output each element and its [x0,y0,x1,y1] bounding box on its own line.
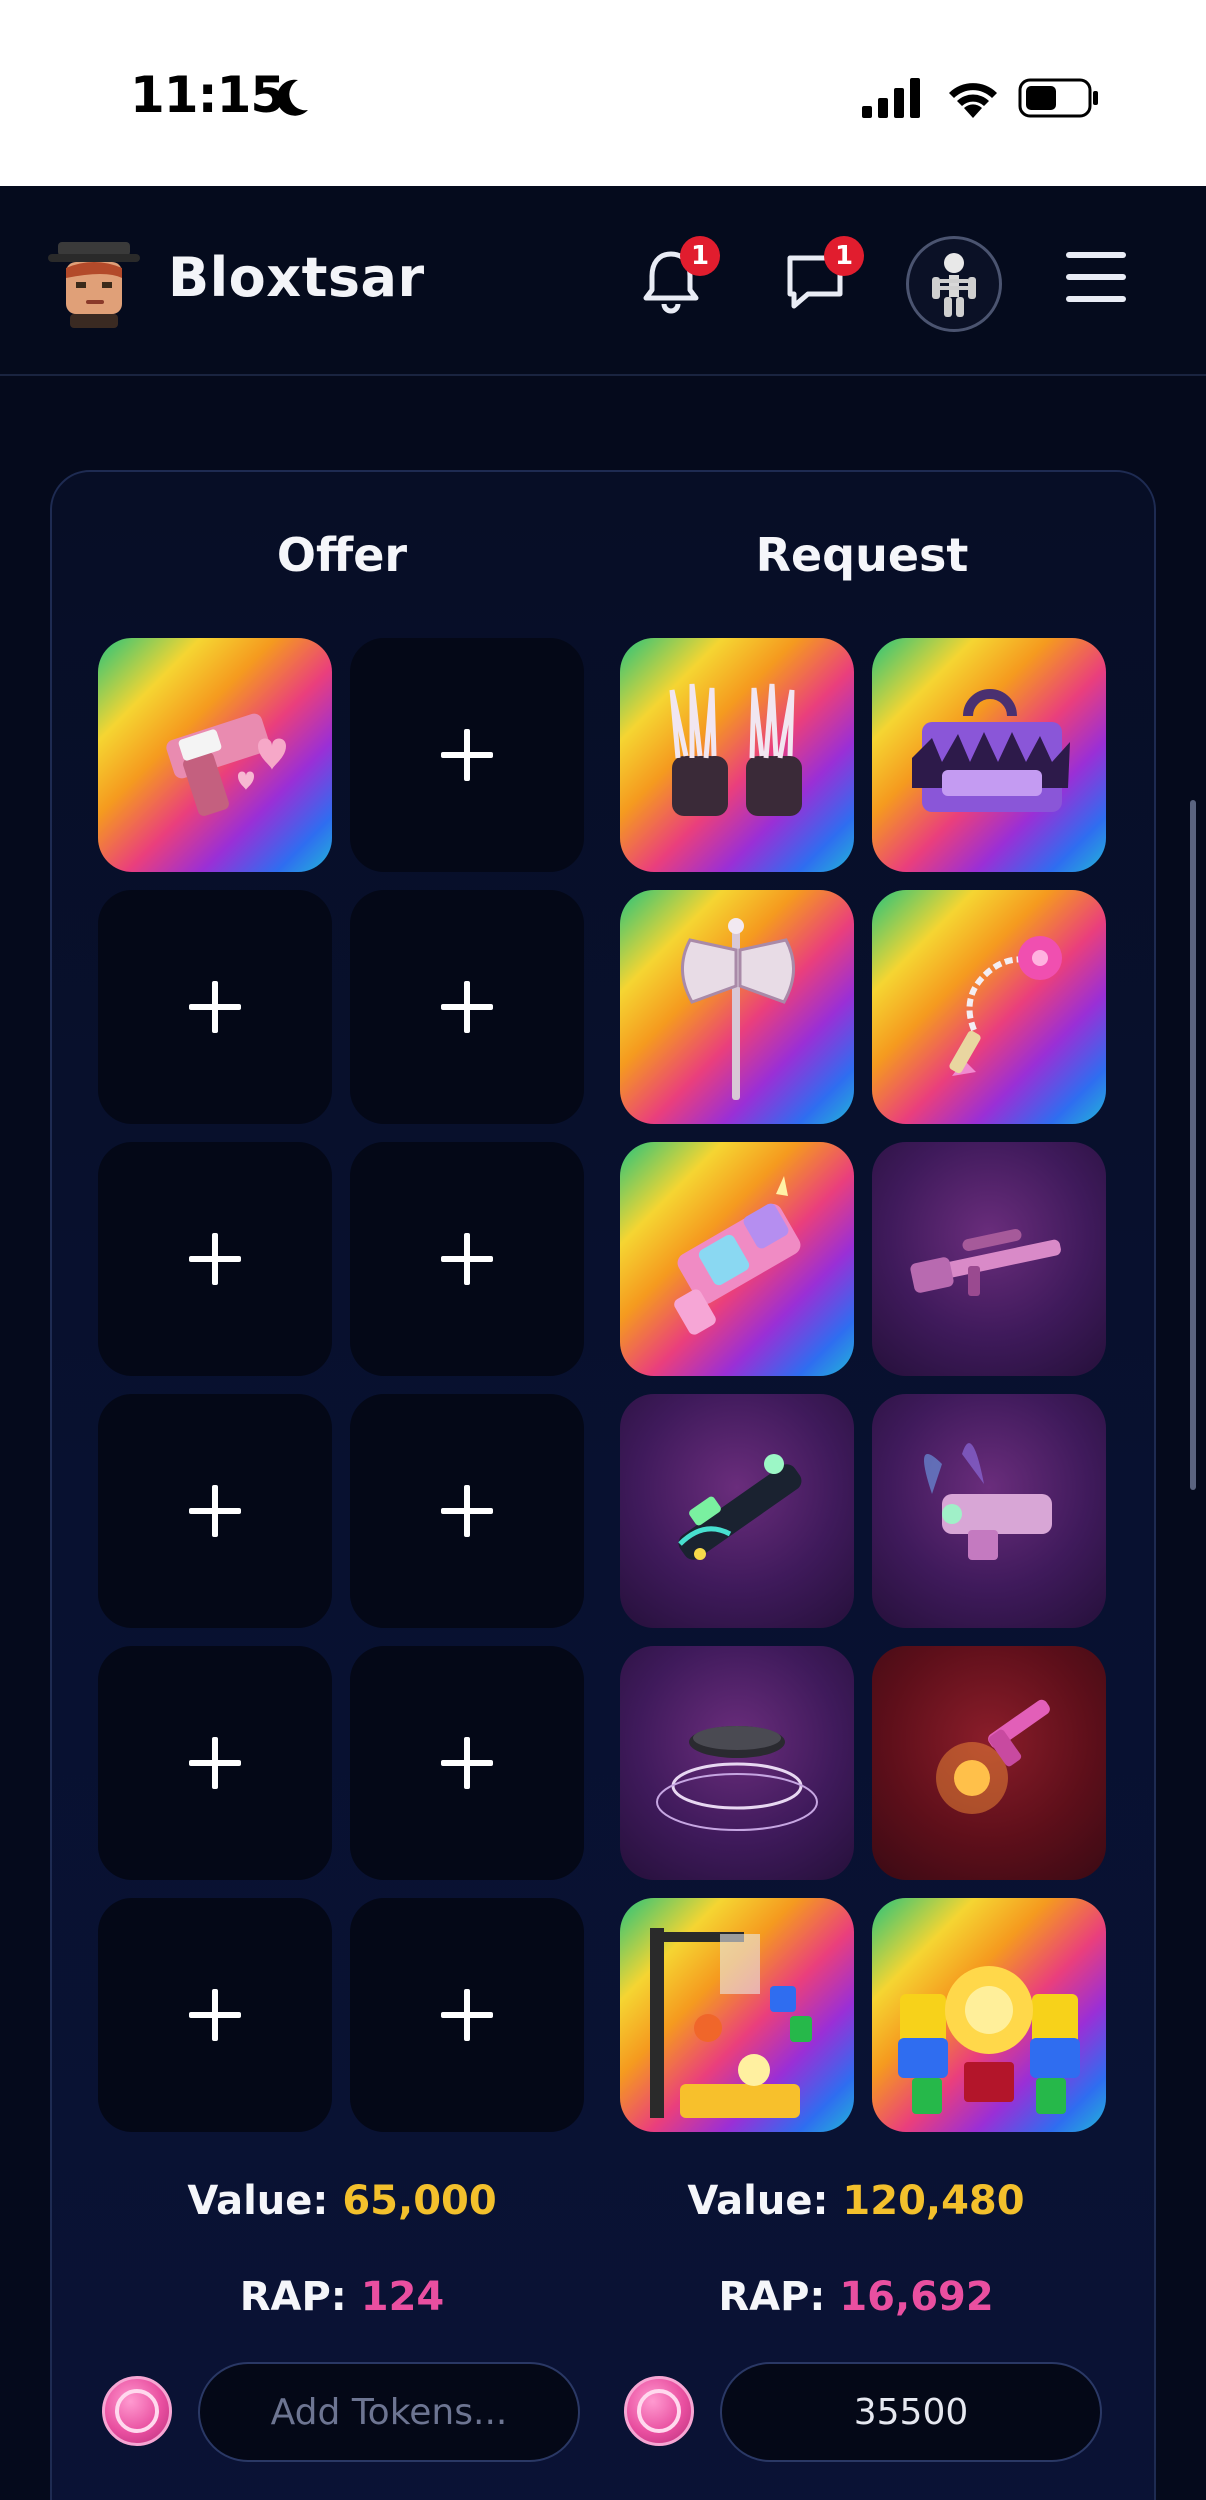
offer-title: Offer [276,528,408,582]
wifi-icon [949,83,997,118]
request-item-slot[interactable] [620,638,854,872]
plus-icon [441,1233,493,1285]
plus-icon [441,1485,493,1537]
request-rap: RAP: 16,692 [596,2274,1116,2320]
offer-value-amount: 65,000 [342,2178,497,2224]
offer-value-label: Value: [187,2178,329,2224]
offer-value: Value: 65,000 [82,2178,602,2224]
request-title: Request [755,528,969,582]
offer-add-slot[interactable] [350,1898,584,2132]
offer-rap-label: RAP: [239,2274,347,2320]
spiked-chest-item-icon [912,689,1070,812]
offer-item-slot[interactable] [98,638,332,872]
flail-mace-item-icon [949,936,1062,1076]
notifications-badge: 1 [680,236,720,276]
request-item-slot[interactable] [872,1646,1106,1880]
pink-gun-item-icon [166,713,286,816]
moon-icon [276,79,308,116]
plus-icon [189,1485,241,1537]
plus-icon [189,1989,241,2041]
request-item-slot[interactable] [620,1142,854,1376]
cellular-signal-icon [862,78,920,118]
claw-gloves-item-icon [669,683,802,816]
skeleton-avatar-icon [932,253,976,317]
request-tokens-input[interactable] [720,2362,1102,2462]
messages-badge: 1 [824,236,864,276]
offer-add-slot[interactable] [98,890,332,1124]
plus-icon [441,981,493,1033]
plus-icon [189,1233,241,1285]
battery-icon [1018,78,1098,118]
messages-button[interactable]: 1 [780,236,864,316]
request-item-slot[interactable] [872,1394,1106,1628]
battle-axe-item-icon [680,918,796,1100]
request-item-slot[interactable] [620,890,854,1124]
offer-add-slot[interactable] [350,1646,584,1880]
status-bar: 11:15 [0,0,1206,186]
neon-launcher-item-icon [678,1454,802,1560]
request-value: Value: 120,480 [596,2178,1116,2224]
offer-add-slot[interactable] [350,1142,584,1376]
offer-add-slot[interactable] [98,1898,332,2132]
offer-rap-amount: 124 [360,2274,445,2320]
request-item-slot[interactable] [872,1898,1106,2132]
brand-name[interactable]: Bloxtsar [168,246,425,309]
brand-avatar-icon[interactable] [46,234,142,330]
plus-icon [189,981,241,1033]
offer-add-slot[interactable] [350,1394,584,1628]
request-item-slot[interactable] [872,1142,1106,1376]
request-item-slot[interactable] [620,1394,854,1628]
fairy-gun-item-icon [924,1443,1052,1560]
request-item-slot[interactable] [620,1646,854,1880]
basketball-hoop-item-icon [650,1928,812,2118]
user-avatar[interactable] [906,236,1002,332]
gold-trophy-item-icon [898,1966,1080,2114]
request-rap-amount: 16,692 [839,2274,994,2320]
request-item-slot[interactable] [872,638,1106,872]
request-token-coin-icon [624,2376,694,2446]
offer-rap: RAP: 124 [82,2274,602,2320]
hamburger-menu-button[interactable] [1066,252,1126,306]
offer-token-coin-icon [102,2376,172,2446]
offer-tokens-input[interactable] [198,2362,580,2462]
plus-icon [189,1737,241,1789]
glowing-pistol-item-icon [936,1699,1050,1814]
notifications-button[interactable]: 1 [636,236,720,316]
menu-line [1066,274,1126,280]
plus-icon [441,729,493,781]
sniper-rifle-item-icon [910,1229,1061,1296]
plus-icon [441,1737,493,1789]
page-scrollbar[interactable] [1190,800,1196,1490]
status-time: 11:15 [130,66,285,124]
offer-add-slot[interactable] [98,1394,332,1628]
portal-ring-item-icon [656,1726,818,1831]
offer-add-slot[interactable] [350,890,584,1124]
offer-add-slot[interactable] [98,1142,332,1376]
request-rap-label: RAP: [718,2274,826,2320]
menu-line [1066,252,1126,258]
request-item-slot[interactable] [872,890,1106,1124]
request-item-slot[interactable] [620,1898,854,2132]
menu-line [1066,296,1126,302]
unicorn-launcher-item-icon [674,1176,801,1335]
offer-add-slot[interactable] [98,1646,332,1880]
app-header: Bloxtsar 1 1 [0,186,1206,376]
plus-icon [441,1989,493,2041]
request-value-amount: 120,480 [842,2178,1025,2224]
request-value-label: Value: [687,2178,829,2224]
offer-add-slot[interactable] [350,638,584,872]
